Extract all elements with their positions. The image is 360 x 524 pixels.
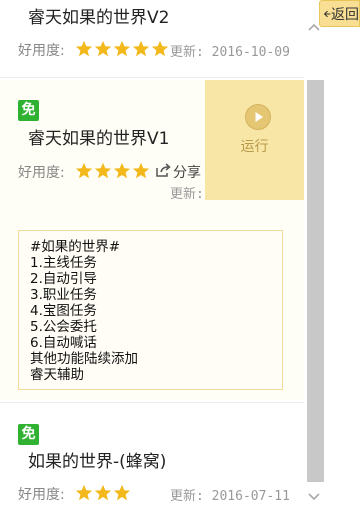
divider — [0, 77, 304, 78]
back-button[interactable]: 返回 — [319, 0, 360, 27]
updated-info: 更新: 2016-07-11 — [170, 485, 290, 504]
updated-label: 更新: — [170, 489, 204, 504]
description-line: 睿天辅助 — [30, 367, 84, 383]
updated-label: 更新: — [170, 187, 204, 202]
back-label: 返回 — [331, 6, 359, 23]
star-icon — [113, 40, 131, 57]
description-line: 3.职业任务 — [30, 287, 97, 303]
star-icon — [94, 40, 112, 57]
description-lines: #如果的世界# 1.主线任务 2.自动引导 3.职业任务 4.宝图任务 5.公会… — [30, 239, 138, 383]
list-item[interactable]: 免 如果的世界-(蜂窝) 好用度: 更新: 2016-07-11 — [0, 404, 304, 524]
star-icon — [75, 40, 93, 57]
rating-stars — [75, 162, 150, 180]
divider — [0, 402, 304, 403]
scroll-thumb[interactable] — [307, 80, 324, 482]
rating-label: 好用度: — [18, 487, 65, 503]
run-button[interactable]: 运行 — [205, 80, 304, 200]
star-icon — [113, 162, 131, 179]
rating-label: 好用度: — [18, 43, 65, 59]
updated-date: 2016-07-11 — [211, 489, 290, 504]
rating-stars — [75, 484, 131, 502]
star-icon — [113, 484, 131, 501]
star-icon — [132, 40, 150, 57]
item-title: 睿天如果的世界V1 — [28, 129, 170, 149]
share-icon — [155, 162, 171, 182]
back-arrow-icon — [324, 10, 331, 17]
description-line: 其他功能陆续添加 — [30, 351, 138, 367]
description-line: 5.公会委托 — [30, 319, 97, 335]
list-item[interactable]: 睿天如果的世界V2 好用度: 更新: 2016-10-09 — [0, 0, 304, 76]
item-title: 睿天如果的世界V2 — [28, 8, 170, 28]
list-item-expanded[interactable]: 免 睿天如果的世界V1 好用度: 分享 更新: 2016-09-24 — [0, 80, 304, 400]
description-line: 2.自动引导 — [30, 271, 97, 287]
star-icon — [94, 484, 112, 501]
run-label: 运行 — [240, 139, 269, 155]
updated-label: 更新: — [170, 45, 204, 60]
description-line: 1.主线任务 — [30, 255, 97, 271]
rating-stars — [75, 40, 169, 58]
star-icon — [75, 162, 93, 179]
star-icon — [75, 484, 93, 501]
description-line: #如果的世界# — [30, 239, 121, 255]
share-button[interactable]: 分享 — [155, 162, 201, 182]
script-list: 睿天如果的世界V2 好用度: 更新: 2016-10-09 免 睿天如果的世界V… — [0, 0, 304, 524]
updated-info: 更新: 2016-10-09 — [170, 41, 290, 60]
share-label: 分享 — [173, 165, 201, 181]
star-icon — [94, 162, 112, 179]
free-badge: 免 — [18, 424, 39, 445]
star-icon — [151, 40, 169, 57]
scroll-down-icon[interactable] — [308, 492, 320, 502]
rating-label: 好用度: — [18, 165, 65, 181]
description-line: 6.自动喊话 — [30, 335, 97, 351]
scrollbar[interactable] — [304, 0, 324, 524]
description-box: #如果的世界# 1.主线任务 2.自动引导 3.职业任务 4.宝图任务 5.公会… — [18, 230, 283, 390]
description-line: 4.宝图任务 — [30, 303, 97, 319]
play-icon — [245, 104, 271, 130]
item-title: 如果的世界-(蜂窝) — [28, 452, 167, 472]
updated-date: 2016-10-09 — [211, 45, 290, 60]
free-badge: 免 — [18, 100, 39, 121]
star-icon — [132, 162, 150, 179]
